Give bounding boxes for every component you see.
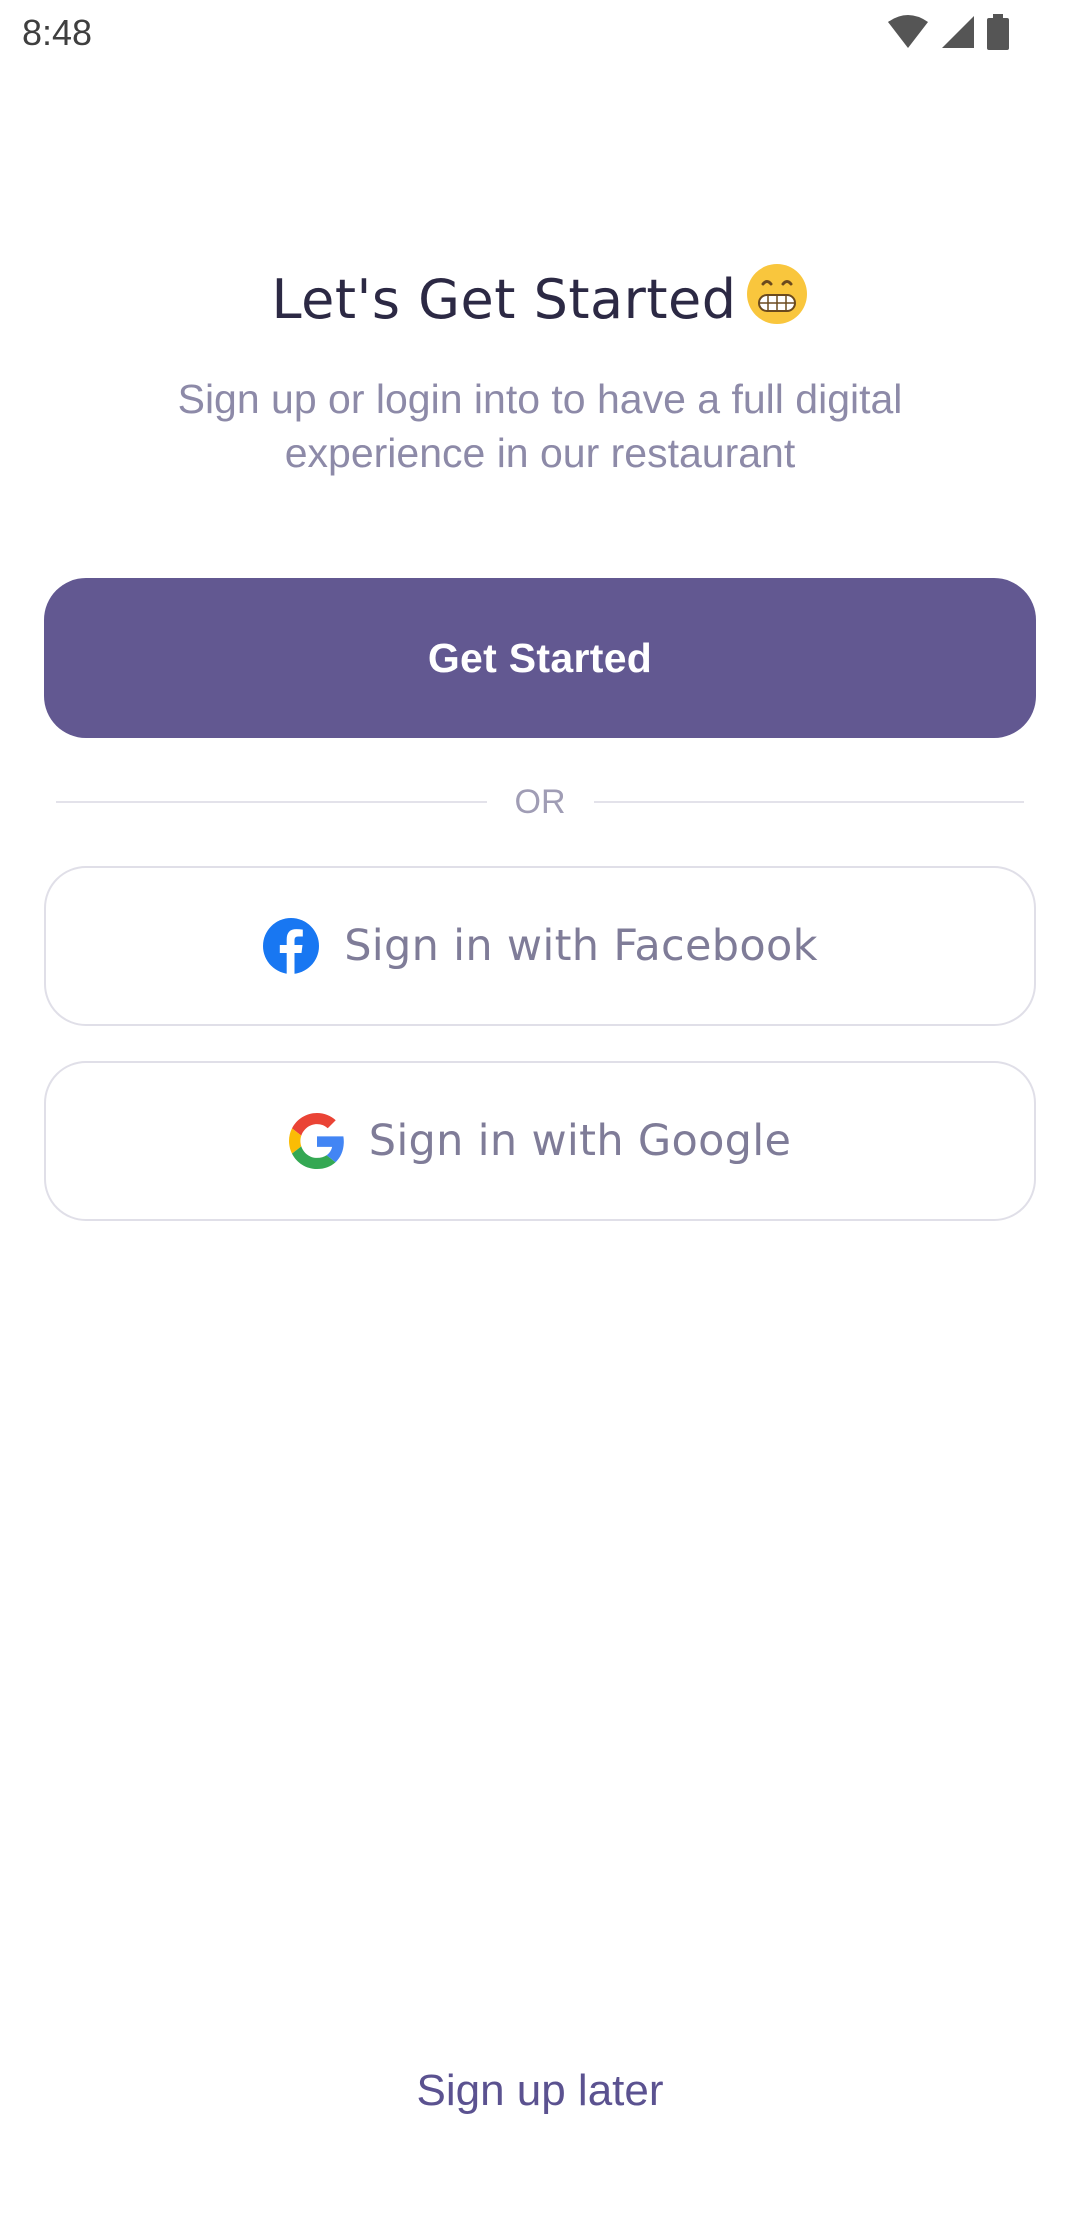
facebook-icon <box>262 917 320 975</box>
google-icon <box>288 1113 345 1169</box>
google-signin-button[interactable]: Sign in with Google <box>44 1061 1036 1221</box>
wifi-icon <box>886 14 930 50</box>
divider-line-left <box>56 801 487 803</box>
divider-line-right <box>593 801 1024 803</box>
facebook-signin-label: Sign in with Facebook <box>344 921 818 971</box>
status-bar: 8:48 <box>0 0 1080 68</box>
status-time: 8:48 <box>22 12 93 53</box>
status-icons <box>886 14 1010 50</box>
facebook-signin-button[interactable]: Sign in with Facebook <box>44 866 1036 1026</box>
grinning-face-emoji-icon <box>745 262 809 339</box>
divider-label: OR <box>514 782 566 821</box>
page-title-text: Let's Get Started <box>271 268 737 331</box>
get-started-button[interactable]: Get Started <box>44 578 1036 738</box>
page-subtitle: Sign up or login into to have a full dig… <box>177 376 903 476</box>
or-divider: OR <box>56 776 1024 828</box>
google-signin-label: Sign in with Google <box>368 1116 792 1166</box>
page-title: Let's Get Started <box>0 262 1080 339</box>
battery-icon <box>986 14 1010 50</box>
sign-up-later-link[interactable]: Sign up later <box>0 2066 1080 2116</box>
cellular-signal-icon <box>940 14 976 50</box>
get-started-label: Get Started <box>427 634 653 681</box>
